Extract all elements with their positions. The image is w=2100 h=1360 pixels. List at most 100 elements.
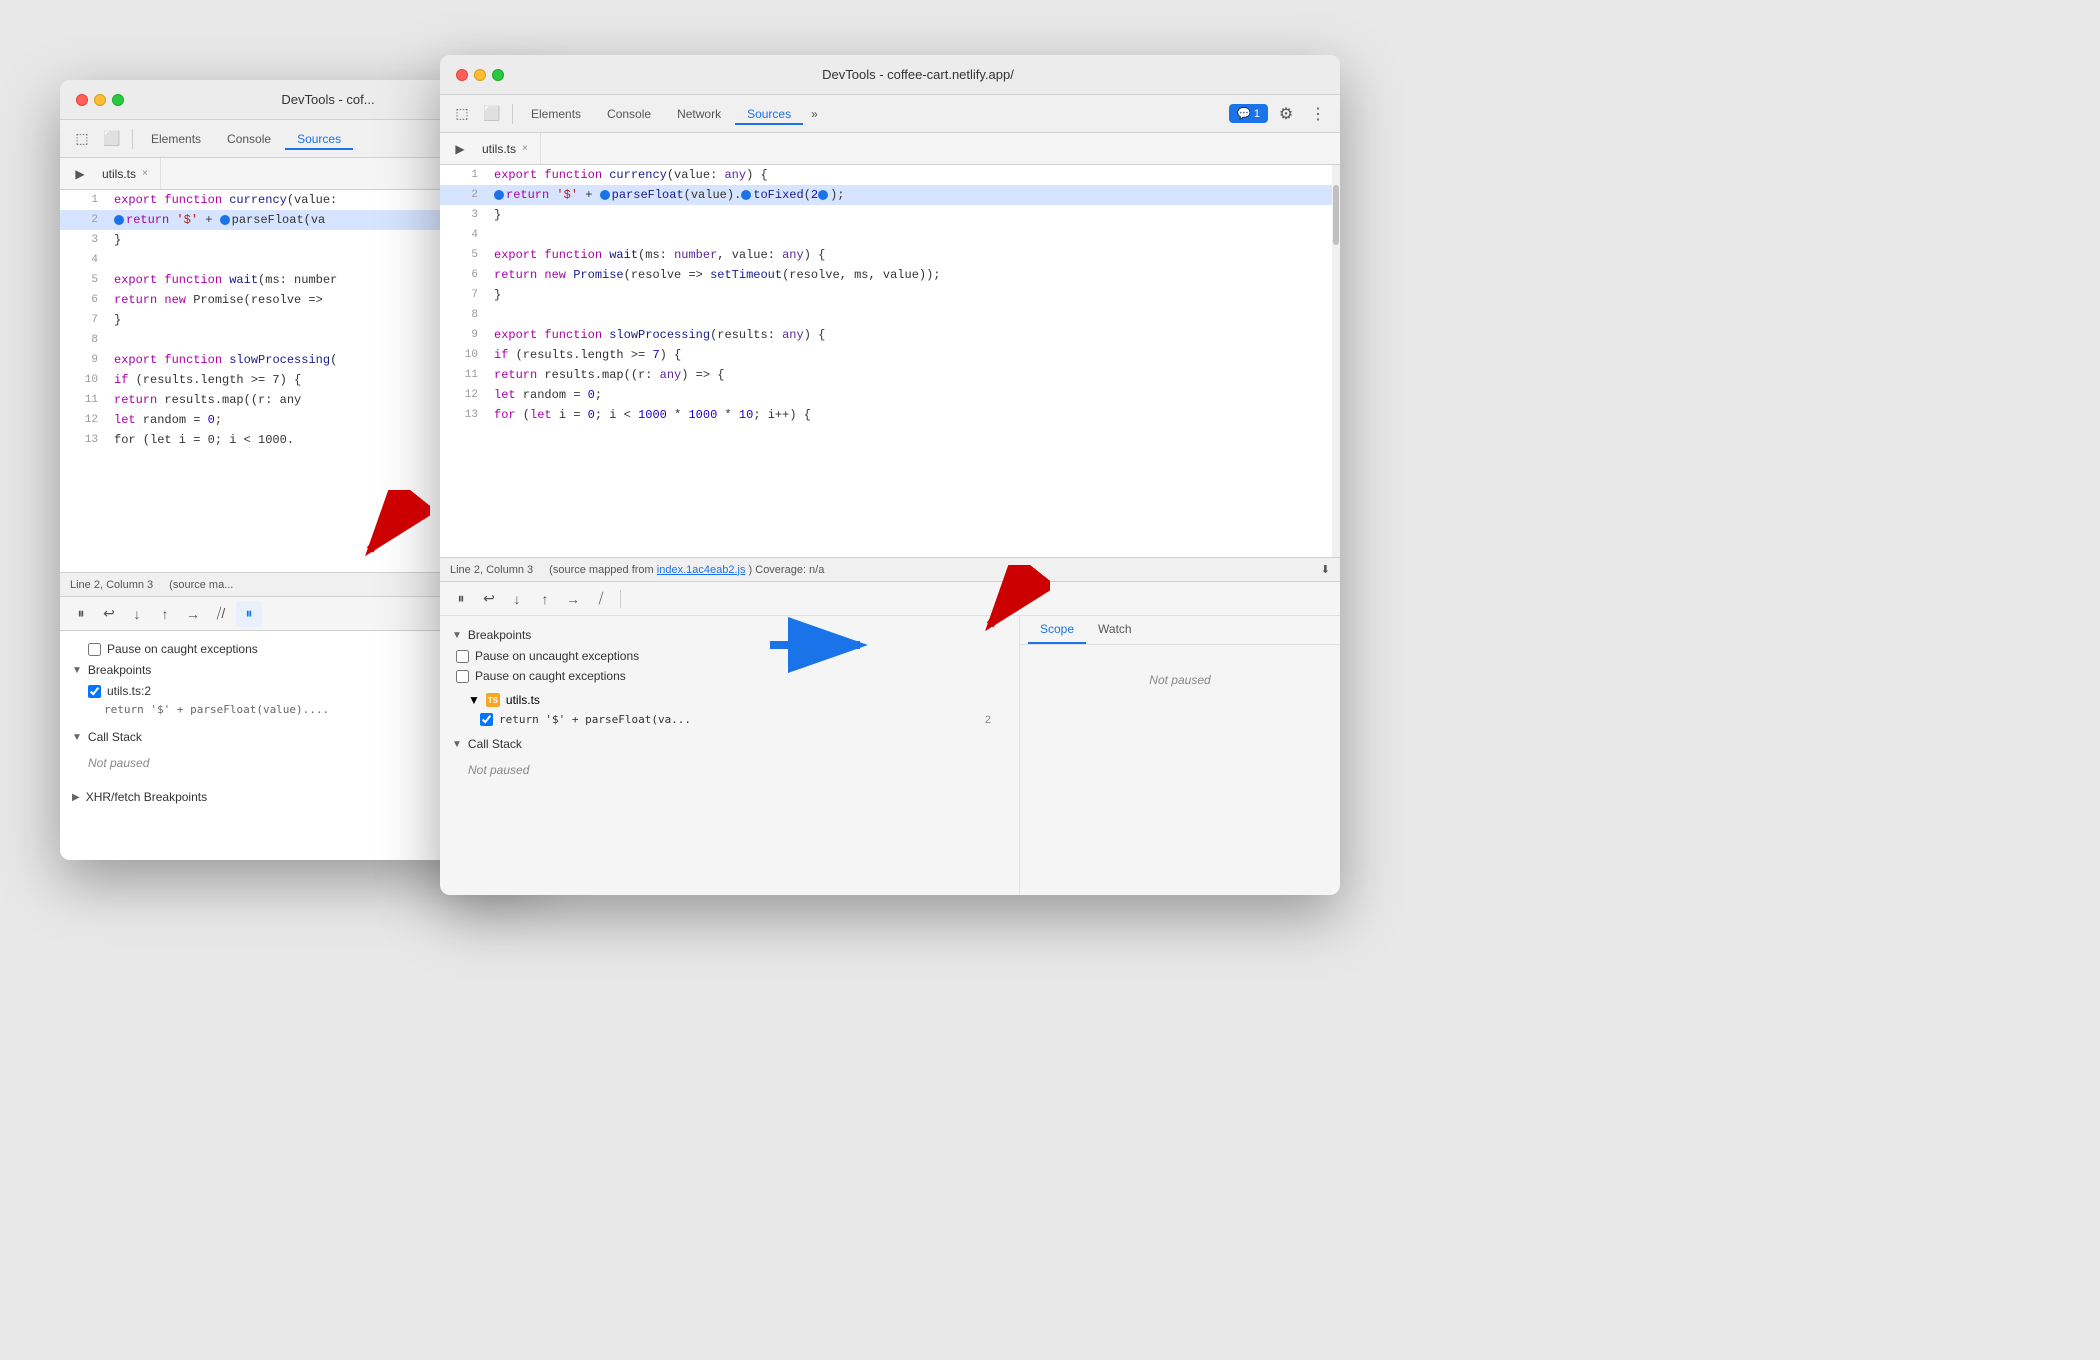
breakpoints-label-1: Breakpoints <box>88 663 151 677</box>
pause-uncaught-row-2: Pause on uncaught exceptions <box>440 646 1019 666</box>
pause-caught-checkbox-2[interactable] <box>456 670 469 683</box>
play-btn-2[interactable]: ▶ <box>448 137 472 161</box>
deactivate-btn-1[interactable]: ⧸/ <box>208 601 234 627</box>
pause-btn-2[interactable]: ⏸ <box>448 586 474 612</box>
step-out-btn-2[interactable]: → <box>560 586 586 612</box>
tab-elements-1[interactable]: Elements <box>139 128 213 150</box>
traffic-lights-2 <box>456 69 504 81</box>
callstack-label-1: Call Stack <box>88 730 142 744</box>
scrollbar-thumb-2[interactable] <box>1333 185 1339 245</box>
deactivate-btn-2[interactable]: ⧸ <box>588 586 614 612</box>
code-line-2-8: 8 <box>440 305 1340 325</box>
scope-tab-2[interactable]: Scope <box>1028 616 1086 644</box>
debug-sep-2 <box>620 590 621 608</box>
code-line-2-3: 3 } <box>440 205 1340 225</box>
scope-content-2: Not paused <box>1020 645 1340 715</box>
bp-line-checkbox-2[interactable] <box>480 713 493 726</box>
close-button-1[interactable] <box>76 94 88 106</box>
code-line-2-7: 7 } <box>440 285 1340 305</box>
pause-uncaught-checkbox-2[interactable] <box>456 650 469 663</box>
bp-line-code-2: return '$' + parseFloat(va... <box>499 713 691 726</box>
file-tab-bar-2: ▶ utils.ts × <box>440 133 1340 165</box>
step-over-btn-1[interactable]: ↓ <box>124 601 150 627</box>
bp-line-num-2: 2 <box>985 714 991 726</box>
callstack-header-2[interactable]: ▼ Call Stack <box>452 733 1007 755</box>
devtools-window-2: DevTools - coffee-cart.netlify.app/ ⬚ ⬜ … <box>440 55 1340 895</box>
more-btn-2[interactable]: ⋮ <box>1304 100 1332 128</box>
callstack-section-2: ▼ Call Stack Not paused <box>440 733 1019 785</box>
file-tab-utils-2[interactable]: utils.ts × <box>472 133 541 164</box>
window-title-2: DevTools - coffee-cart.netlify.app/ <box>512 67 1324 82</box>
settings-btn-2[interactable]: ⚙ <box>1272 100 1300 128</box>
bp-filename-2: utils.ts <box>506 693 540 707</box>
resume-btn-2[interactable]: ↩ <box>476 586 502 612</box>
tab-bar-2: ⬚ ⬜ Elements Console Network Sources » 💬… <box>440 95 1340 133</box>
breakpoint-checkbox-1[interactable] <box>88 685 101 698</box>
feedback-icon-2: 💬 <box>1237 107 1251 120</box>
source-map-1: (source ma... <box>169 579 233 591</box>
breakpoints-section-header-2[interactable]: ▼ Breakpoints <box>440 624 1019 646</box>
close-button-2[interactable] <box>456 69 468 81</box>
source-map-2: (source mapped from index.1ac4eab2.js ) … <box>549 564 824 576</box>
position-2: Line 2, Column 3 <box>450 564 533 576</box>
main-content-2: 1 export function currency(value: any) {… <box>440 165 1340 557</box>
tab-network-2[interactable]: Network <box>665 103 733 125</box>
step-into-btn-2[interactable]: ↑ <box>532 586 558 612</box>
pause-caught-checkbox-1[interactable] <box>88 643 101 656</box>
minimize-button-2[interactable] <box>474 69 486 81</box>
breakpoints-arrow-1: ▼ <box>72 665 82 676</box>
maximize-button-2[interactable] <box>492 69 504 81</box>
tab-separator-1 <box>132 129 133 149</box>
device-icon-2[interactable]: ⬜ <box>478 100 506 128</box>
bottom-section-2: ▼ Breakpoints Pause on uncaught exceptio… <box>440 615 1340 895</box>
code-line-2-13: 13 for (let i = 0; i < 1000 * 1000 * 10;… <box>440 405 1340 425</box>
device-icon[interactable]: ⬜ <box>98 125 126 153</box>
pause-btn-1[interactable]: ⏸ <box>68 601 94 627</box>
code-line-2-2: 2 return '$' + parseFloat(value).toFixed… <box>440 185 1340 205</box>
file-icon-2: TS <box>486 693 500 707</box>
tab-console-1[interactable]: Console <box>215 128 283 150</box>
inspect-icon-2[interactable]: ⬚ <box>448 100 476 128</box>
bp-file-arrow-2: ▼ <box>468 693 480 707</box>
step-over-btn-2[interactable]: ↓ <box>504 586 530 612</box>
pause-uncaught-label-2: Pause on uncaught exceptions <box>475 649 639 663</box>
file-tab-close-1[interactable]: × <box>140 167 150 180</box>
minimize-button-1[interactable] <box>94 94 106 106</box>
watch-tab-2[interactable]: Watch <box>1086 616 1144 644</box>
file-tab-name-1: utils.ts <box>102 167 136 181</box>
position-1: Line 2, Column 3 <box>70 579 153 591</box>
scrollbar-2[interactable] <box>1332 165 1340 557</box>
debug-toolbar-2: ⏸ ↩ ↓ ↑ → ⧸ <box>440 581 1340 615</box>
code-line-2-6: 6 return new Promise(resolve => setTimeo… <box>440 265 1340 285</box>
xhr-arrow-1: ▶ <box>72 792 80 803</box>
tab-sources-1[interactable]: Sources <box>285 128 353 150</box>
tab-separator-2 <box>512 104 513 124</box>
tab-console-2[interactable]: Console <box>595 103 663 125</box>
active-pause-btn-1[interactable]: ⏸ <box>236 601 262 627</box>
bp-line-item-2: return '$' + parseFloat(va... 2 <box>452 710 1007 729</box>
step-out-btn-1[interactable]: → <box>180 601 206 627</box>
xhr-label-1: XHR/fetch Breakpoints <box>86 790 207 804</box>
source-file-link-2[interactable]: index.1ac4eab2.js <box>657 564 746 576</box>
download-icon-2[interactable]: ⬇ <box>1321 563 1330 576</box>
tab-more-2[interactable]: » <box>805 103 824 125</box>
code-line-2-1: 1 export function currency(value: any) { <box>440 165 1340 185</box>
not-paused-2: Not paused <box>452 755 1007 785</box>
code-line-2-12: 12 let random = 0; <box>440 385 1340 405</box>
file-tab-utils-1[interactable]: utils.ts × <box>92 158 161 189</box>
play-btn-1[interactable]: ▶ <box>68 162 92 186</box>
code-line-2-9: 9 export function slowProcessing(results… <box>440 325 1340 345</box>
file-tab-close-2[interactable]: × <box>520 142 530 155</box>
maximize-button-1[interactable] <box>112 94 124 106</box>
pause-caught-label-1: Pause on caught exceptions <box>107 642 258 656</box>
tab-elements-2[interactable]: Elements <box>519 103 593 125</box>
step-into-btn-1[interactable]: ↑ <box>152 601 178 627</box>
tab-sources-2[interactable]: Sources <box>735 103 803 125</box>
scope-panel-2: Scope Watch Not paused <box>1020 616 1340 895</box>
inspect-icon[interactable]: ⬚ <box>68 125 96 153</box>
breakpoints-panel-2: ▼ Breakpoints Pause on uncaught exceptio… <box>440 616 1020 895</box>
resume-btn-1[interactable]: ↩ <box>96 601 122 627</box>
breakpoint-file-1: utils.ts:2 <box>107 684 151 698</box>
bp-section-label-2: Breakpoints <box>468 628 531 642</box>
feedback-btn-2[interactable]: 💬 1 <box>1229 104 1268 123</box>
